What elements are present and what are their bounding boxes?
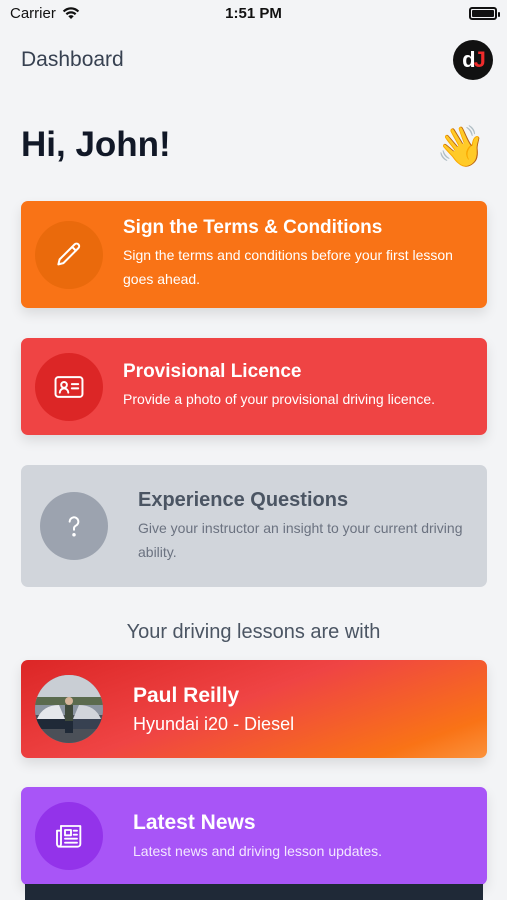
experience-text: Experience Questions Give your instructo… bbox=[138, 489, 473, 564]
logo-letter-d: d bbox=[462, 47, 476, 72]
news-icon-circle bbox=[35, 802, 103, 870]
lessons-section-label: Your driving lessons are with bbox=[126, 621, 381, 643]
terms-icon-circle bbox=[35, 221, 103, 289]
app-logo-avatar[interactable]: dJ bbox=[453, 40, 493, 80]
experience-icon-circle bbox=[40, 492, 108, 560]
terms-title: Sign the Terms & Conditions bbox=[123, 217, 383, 238]
experience-subtitle: Give your instructor an insight to your … bbox=[138, 520, 463, 560]
licence-text: Provisional Licence Provide a photo of y… bbox=[123, 361, 483, 411]
instructor-card[interactable]: Paul Reilly Hyundai i20 - Diesel bbox=[21, 660, 487, 758]
experience-title: Experience Questions bbox=[138, 489, 349, 511]
news-subtitle: Latest news and driving lesson updates. bbox=[133, 843, 383, 859]
id-card-icon bbox=[54, 376, 84, 398]
licence-title: Provisional Licence bbox=[123, 361, 302, 382]
status-bar: Carrier 1:51 PM bbox=[0, 0, 507, 26]
news-title: Latest News bbox=[133, 811, 256, 834]
licence-card[interactable]: Provisional Licence Provide a photo of y… bbox=[21, 338, 487, 435]
question-icon bbox=[68, 516, 80, 537]
news-text: Latest News Latest news and driving less… bbox=[133, 811, 473, 863]
battery-icon bbox=[469, 6, 500, 20]
terms-card[interactable]: Sign the Terms & Conditions Sign the ter… bbox=[21, 201, 487, 308]
licence-subtitle: Provide a photo of your provisional driv… bbox=[123, 391, 436, 407]
carrier-label: Carrier bbox=[10, 4, 56, 22]
logo-letter-j: J bbox=[473, 47, 486, 72]
page-title: Dashboard bbox=[21, 48, 124, 71]
status-left: Carrier bbox=[10, 5, 80, 22]
wifi-icon bbox=[62, 7, 80, 19]
instructor-text: Paul Reilly Hyundai i20 - Diesel bbox=[133, 684, 463, 736]
newspaper-icon bbox=[56, 825, 82, 848]
instructor-name: Paul Reilly bbox=[133, 684, 240, 707]
instructor-car: Hyundai i20 - Diesel bbox=[133, 714, 295, 734]
header: Dashboard dJ bbox=[0, 40, 507, 80]
news-card[interactable]: Latest News Latest news and driving less… bbox=[21, 787, 487, 885]
terms-subtitle: Sign the terms and conditions before you… bbox=[123, 247, 453, 287]
wave-emoji-icon: 👋 bbox=[436, 125, 486, 169]
licence-icon-circle bbox=[35, 353, 103, 421]
next-card-peek bbox=[25, 884, 483, 900]
experience-card[interactable]: Experience Questions Give your instructo… bbox=[21, 465, 487, 587]
terms-text: Sign the Terms & Conditions Sign the ter… bbox=[123, 217, 473, 291]
pencil-icon bbox=[57, 242, 81, 266]
greeting: Hi, John! bbox=[21, 125, 171, 164]
instructor-avatar bbox=[35, 675, 103, 743]
